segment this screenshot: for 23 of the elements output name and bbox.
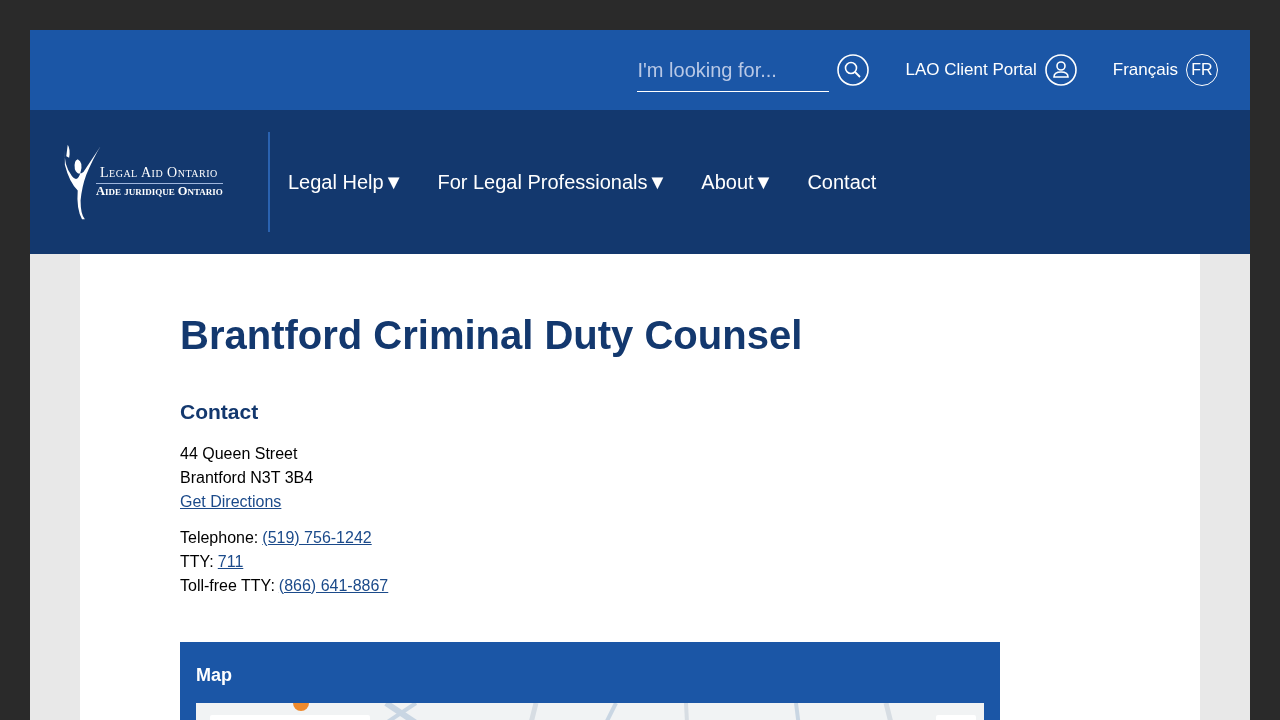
nav-link[interactable]: About▼ bbox=[701, 167, 774, 197]
address-line: Brantford N3T 3B4 bbox=[180, 467, 315, 488]
map-heading: Map bbox=[196, 663, 233, 687]
phone-label: Telephone: bbox=[180, 527, 259, 548]
directions-link[interactable]: Get Directions bbox=[180, 489, 282, 514]
search-icon[interactable] bbox=[837, 54, 870, 86]
phone-link[interactable]: (866) 641-8867 bbox=[278, 573, 389, 598]
nav-link[interactable]: Contact bbox=[807, 167, 877, 197]
nav-link[interactable]: Legal Help▼ bbox=[288, 167, 404, 197]
logo-text: Legal Aid Ontario bbox=[96, 164, 223, 184]
language-link[interactable]: Français bbox=[1112, 57, 1178, 83]
search-field[interactable]: I'm looking for... bbox=[637, 48, 830, 92]
user-icon[interactable] bbox=[1044, 54, 1077, 86]
section-heading: Contact bbox=[180, 399, 260, 425]
phone-link[interactable]: (519) 756-1242 bbox=[262, 525, 372, 550]
address-line: 44 Queen Street bbox=[180, 443, 299, 464]
phone-link[interactable]: 711 bbox=[217, 549, 244, 574]
nav-link[interactable]: For Legal Professionals▼ bbox=[437, 167, 668, 197]
phone-label: TTY: bbox=[180, 551, 214, 572]
logo-text: Aide juridique Ontario bbox=[96, 183, 223, 200]
phone-label: Toll-free TTY: bbox=[180, 575, 275, 596]
client-portal-link[interactable]: LAO Client Portal bbox=[905, 57, 1037, 83]
page-title: Brantford Criminal Duty Counsel bbox=[180, 312, 804, 359]
